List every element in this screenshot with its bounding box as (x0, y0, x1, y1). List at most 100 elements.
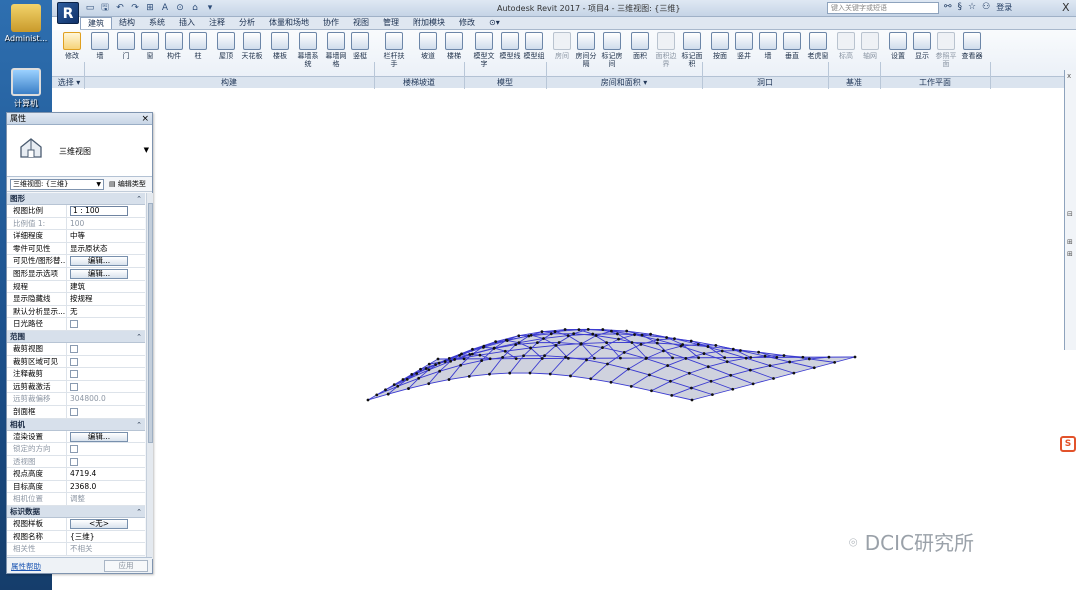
close-icon[interactable]: × (141, 113, 149, 125)
property-value-cell[interactable] (67, 381, 145, 393)
qat-button[interactable]: ⊙ (174, 2, 186, 14)
project-browser-edge[interactable]: x ⊟ ⊞ ⊞ (1064, 70, 1076, 350)
ribbon-button[interactable]: 楼板 (268, 32, 292, 60)
mesh-node[interactable] (566, 334, 570, 337)
mesh-node[interactable] (585, 358, 588, 362)
ribbon-tab[interactable]: ⊙▾ (482, 17, 507, 29)
mesh-node[interactable] (517, 341, 521, 345)
mesh-node[interactable] (470, 352, 474, 356)
property-value-cell[interactable]: 建筑 (67, 281, 145, 293)
login-button[interactable]: 登录 (996, 2, 1012, 13)
star-icon[interactable]: ☆ (968, 2, 976, 13)
mesh-node[interactable] (449, 359, 453, 363)
property-value-cell[interactable]: 调整 (67, 493, 145, 505)
mesh-node[interactable] (572, 332, 576, 336)
property-value-cell[interactable]: 无 (67, 306, 145, 318)
ribbon-button[interactable]: 标高 (834, 32, 858, 60)
qat-button[interactable]: ⌂ (189, 2, 201, 14)
mesh-node[interactable] (527, 334, 531, 338)
ribbon-tab[interactable]: 附加模块 (406, 17, 452, 29)
mesh-node[interactable] (434, 363, 438, 366)
mesh-node[interactable] (601, 346, 604, 349)
qat-button[interactable]: ▭ (84, 2, 96, 14)
freeform-mesh-view[interactable] (52, 89, 1076, 590)
mesh-node[interactable] (563, 328, 567, 331)
mesh-node[interactable] (706, 365, 710, 369)
property-group-header[interactable]: 范围 ⌃ (7, 330, 145, 343)
mesh-node[interactable] (731, 387, 735, 391)
property-value-cell[interactable] (67, 443, 145, 455)
mesh-node[interactable] (503, 349, 507, 353)
property-value-cell[interactable] (67, 456, 145, 468)
mesh-node[interactable] (553, 330, 557, 333)
property-value-cell[interactable] (67, 406, 145, 418)
ribbon-button[interactable]: 幕墙网格 (324, 32, 348, 68)
mesh-node[interactable] (772, 377, 775, 380)
edit-type-button[interactable]: ▤ 编辑类型 (109, 179, 146, 189)
mesh-node[interactable] (396, 384, 400, 388)
property-value-cell[interactable]: 编辑... (67, 255, 145, 267)
property-value-cell[interactable]: 显示原状态 (67, 243, 145, 255)
mesh-node[interactable] (749, 356, 753, 359)
mesh-node[interactable] (453, 358, 456, 361)
qat-button[interactable]: ↷ (129, 2, 141, 14)
mesh-node[interactable] (501, 356, 505, 359)
mesh-node[interactable] (564, 355, 567, 359)
property-edit-button[interactable]: 编辑... (70, 256, 128, 267)
property-value-cell[interactable]: {三维} (67, 531, 145, 543)
mesh-node[interactable] (615, 332, 619, 336)
mesh-node[interactable] (514, 357, 518, 361)
ribbon-tab[interactable]: 修改 (452, 17, 482, 29)
property-value-cell[interactable] (67, 318, 145, 330)
ribbon-tab[interactable]: 建筑 (80, 17, 112, 29)
mesh-node[interactable] (625, 329, 629, 333)
mesh-node[interactable] (629, 384, 633, 388)
ribbon-tab[interactable]: 体量和场地 (262, 17, 316, 29)
mesh-node[interactable] (729, 373, 733, 377)
mesh-node[interactable] (591, 332, 595, 336)
mesh-node[interactable] (853, 355, 857, 359)
subscription-icon[interactable]: § (958, 2, 963, 13)
desktop-icon-computer[interactable]: 计算机 (2, 68, 50, 109)
property-value-cell[interactable]: 100 (67, 218, 145, 230)
ribbon-tab[interactable]: 注释 (202, 17, 232, 29)
mesh-node[interactable] (417, 376, 421, 380)
mesh-node[interactable] (687, 371, 691, 375)
mesh-node[interactable] (619, 356, 622, 360)
mesh-node[interactable] (427, 368, 431, 372)
qat-button[interactable]: 🖫 (99, 2, 111, 14)
ribbon-button[interactable]: 栏杆扶手 (382, 32, 406, 68)
search-input[interactable]: 键入关键字或短语 (827, 2, 939, 14)
ribbon-button[interactable]: 屋顶 (214, 32, 238, 60)
ribbon-panel-label[interactable]: 洞口 (702, 77, 828, 88)
mesh-node[interactable] (543, 354, 546, 358)
property-checkbox[interactable] (70, 407, 78, 416)
ribbon-button[interactable]: 竖井 (732, 32, 756, 60)
desktop-icon-admin[interactable]: Administ... (2, 4, 50, 43)
mesh-node[interactable] (644, 357, 648, 360)
properties-scrollbar[interactable] (146, 193, 153, 559)
scroll-thumb[interactable] (148, 203, 153, 443)
mesh-node[interactable] (492, 347, 496, 350)
mesh-node[interactable] (650, 389, 653, 393)
property-value-cell[interactable]: 4719.4 (67, 468, 145, 480)
collapse-icon[interactable]: ⌃ (136, 506, 142, 518)
ribbon-tab[interactable]: 协作 (316, 17, 346, 29)
mesh-node[interactable] (407, 387, 410, 390)
mesh-node[interactable] (480, 359, 484, 362)
properties-help-link[interactable]: 属性帮助 (11, 561, 41, 572)
mesh-node[interactable] (748, 368, 752, 372)
ribbon-button[interactable]: 垂直 (780, 32, 804, 60)
mesh-node[interactable] (548, 372, 552, 376)
mesh-node[interactable] (739, 349, 742, 352)
ribbon-button[interactable]: 老虎窗 (806, 32, 830, 60)
mesh-node[interactable] (462, 357, 466, 361)
property-value-cell[interactable]: 304800.0 (67, 393, 145, 405)
ribbon-tab[interactable]: 结构 (112, 17, 142, 29)
mesh-node[interactable] (709, 379, 713, 383)
expand-icon[interactable]: x (1067, 72, 1071, 80)
instance-filter-select[interactable]: 三维视图: {三维} ▼ (10, 179, 104, 190)
expand-icon[interactable]: ⊞ (1067, 238, 1073, 246)
mesh-node[interactable] (401, 378, 405, 381)
type-selector[interactable]: 三维视图 ▼ (7, 125, 152, 177)
